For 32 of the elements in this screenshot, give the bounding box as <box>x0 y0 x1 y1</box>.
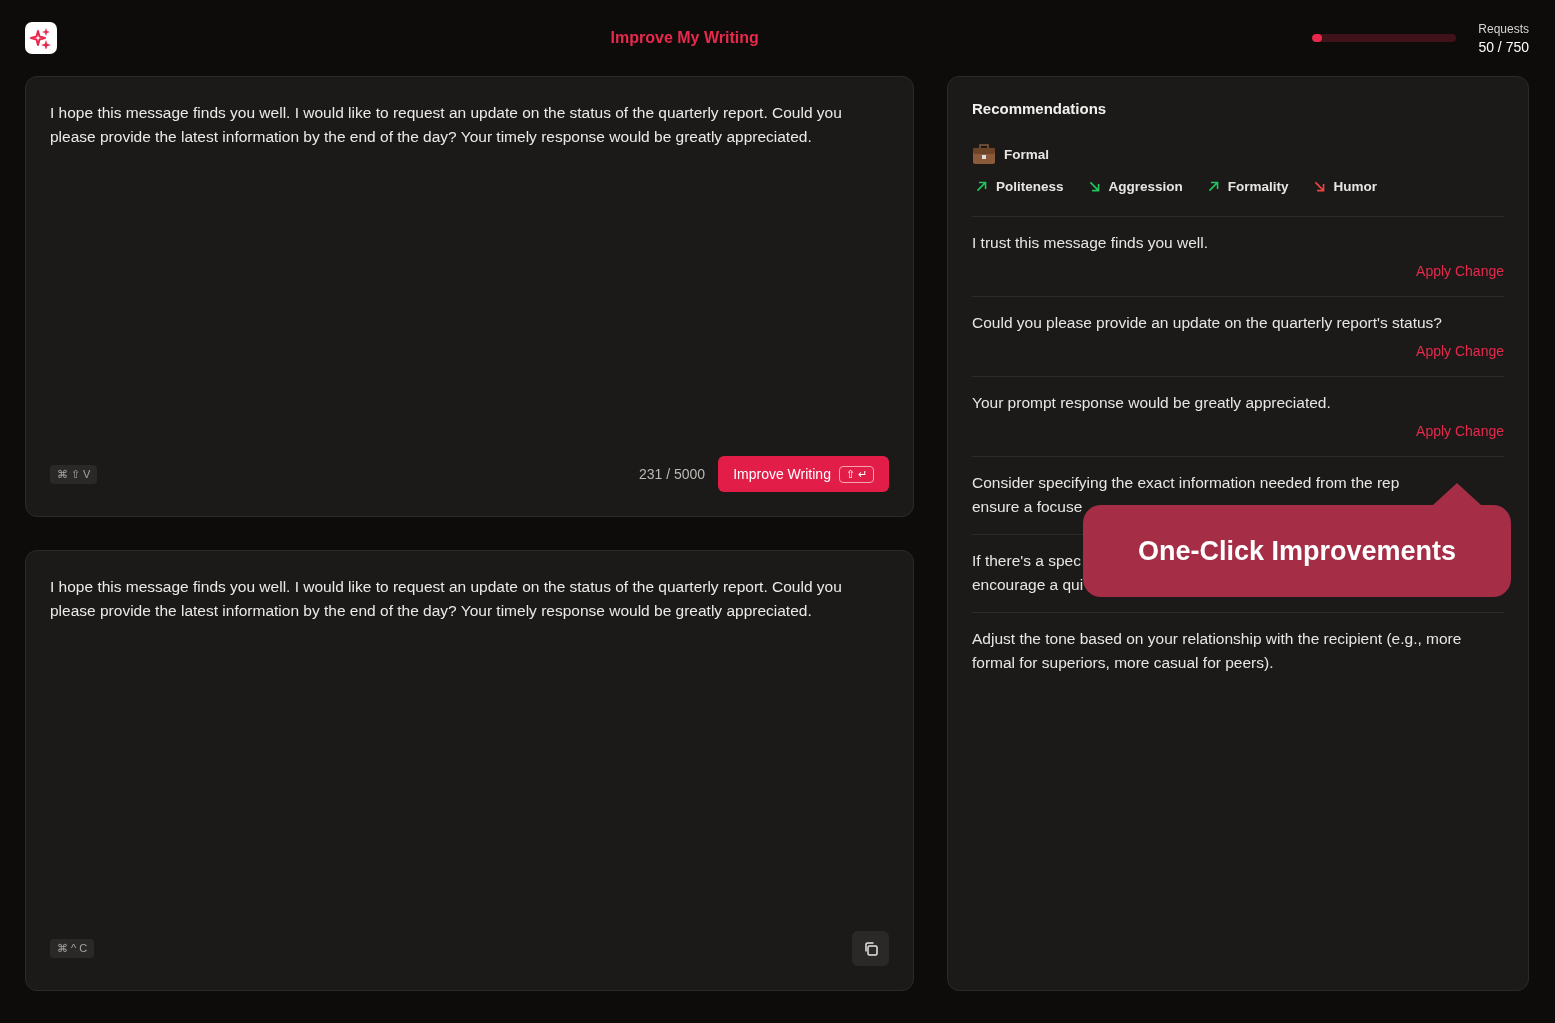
copy-button[interactable] <box>852 931 889 966</box>
apply-change-link[interactable]: Apply Change <box>1416 261 1504 281</box>
improve-button[interactable]: Improve Writing ⇧ ↵ <box>718 456 889 492</box>
apply-change-link[interactable]: Apply Change <box>1416 341 1504 361</box>
suggestion-text: Could you please provide an update on the quarterly report's status? <box>972 313 1443 333</box>
usage-label: Requests <box>1478 21 1529 36</box>
callout-text: One-Click Improvements <box>1137 535 1457 567</box>
output-text: I hope this message finds you well. I would like to request an update on the status of the quarterly report. Could you please provide the latest information by the end of the day? Your timely response would be greatly appreciated. <box>50 577 843 621</box>
shortcut-keys: ⇧ ↵ <box>838 465 874 483</box>
suggestion-text: I trust this message finds you well. <box>972 233 1210 253</box>
trait-label: Formality <box>1227 179 1289 194</box>
trait-label: Humor <box>1333 179 1378 194</box>
tip-text: Consider specifying the exact information needed from the rep <box>972 473 1400 493</box>
section-title: Recommendations <box>972 100 1108 117</box>
character-counter: 231 / 5000 <box>639 466 706 482</box>
trait-label: Aggression <box>1108 179 1183 194</box>
shortcut-hint: ⌘ ^ C <box>50 939 95 958</box>
tip-text: encourage a qui <box>972 575 1084 595</box>
tone-label: Formal <box>1004 146 1049 162</box>
tip-text: Adjust the tone based on your relationship with the recipient (e.g., more <box>972 629 1462 649</box>
tip-text: ensure a focuse <box>972 497 1083 517</box>
trait-label: Politeness <box>996 179 1064 194</box>
shortcut-hint: ⌘ ⇧ V <box>50 464 98 484</box>
copy-icon <box>862 940 879 957</box>
suggestion-text: Your prompt response would be greatly appreciated. <box>972 393 1332 413</box>
page-title: Improve My Writing <box>609 29 760 47</box>
tip-text: formal for superiors, more casual for peers). <box>972 653 1274 673</box>
input-text[interactable]: I hope this message finds you well. I would like to request an update on the status of the quarterly report. Could you please provide the latest information by the end of the day? Your timely response would be greatly appreciated. <box>50 101 889 456</box>
apply-change-link[interactable]: Apply Change <box>1416 421 1504 441</box>
briefcase-icon <box>972 143 996 165</box>
tip-text: If there's a spec <box>972 551 1081 571</box>
usage-count: 50 / 750 <box>1478 38 1529 55</box>
